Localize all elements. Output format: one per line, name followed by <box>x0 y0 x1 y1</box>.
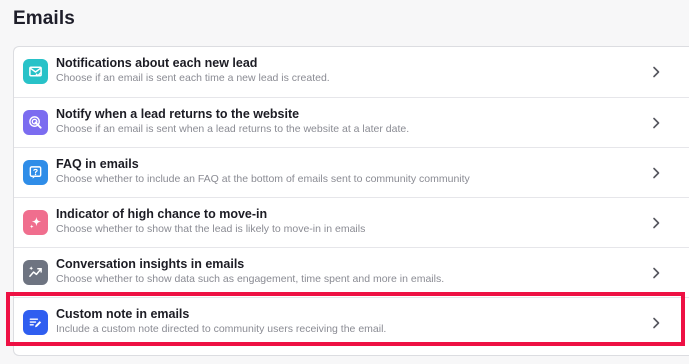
setting-title: Notifications about each new lead <box>56 56 258 70</box>
note-pencil-icon <box>23 310 48 335</box>
setting-row-conversation-insights[interactable]: Conversation insights in emails Choose w… <box>14 247 689 297</box>
setting-description: Choose whether to include an FAQ at the … <box>56 173 470 185</box>
chevron-right-icon <box>653 267 660 279</box>
question-mark-icon <box>23 160 48 185</box>
setting-row-move-in-indicator[interactable]: Indicator of high chance to move-in Choo… <box>14 197 689 247</box>
cursor-click-icon <box>23 110 48 135</box>
chevron-right-icon <box>653 167 660 179</box>
sparkles-icon <box>23 210 48 235</box>
trend-line-icon <box>23 260 48 285</box>
setting-description: Choose if an email is sent when a lead r… <box>56 123 410 135</box>
setting-row-new-lead-notifications[interactable]: Notifications about each new lead Choose… <box>14 47 689 97</box>
setting-description: Choose whether to show that the lead is … <box>56 223 366 235</box>
setting-description: Choose whether to show data such as enga… <box>56 273 445 285</box>
setting-title: Custom note in emails <box>56 307 190 321</box>
page-title: Emails <box>13 8 75 29</box>
setting-row-lead-returns[interactable]: Notify when a lead returns to the websit… <box>14 97 689 147</box>
chevron-right-icon <box>653 66 660 78</box>
setting-description: Include a custom note directed to commun… <box>56 323 387 335</box>
setting-description: Choose if an email is sent each time a n… <box>56 72 330 84</box>
email-check-icon <box>23 59 48 84</box>
setting-title: FAQ in emails <box>56 157 139 171</box>
setting-row-faq-in-emails[interactable]: FAQ in emails Choose whether to include … <box>14 147 689 197</box>
chevron-right-icon <box>653 217 660 229</box>
settings-list: Notifications about each new lead Choose… <box>13 46 689 356</box>
setting-title: Notify when a lead returns to the websit… <box>56 107 300 121</box>
setting-title: Conversation insights in emails <box>56 257 245 271</box>
chevron-right-icon <box>653 317 660 329</box>
setting-title: Indicator of high chance to move-in <box>56 207 268 221</box>
chevron-right-icon <box>653 117 660 129</box>
setting-row-custom-note[interactable]: Custom note in emails Include a custom n… <box>14 297 689 347</box>
